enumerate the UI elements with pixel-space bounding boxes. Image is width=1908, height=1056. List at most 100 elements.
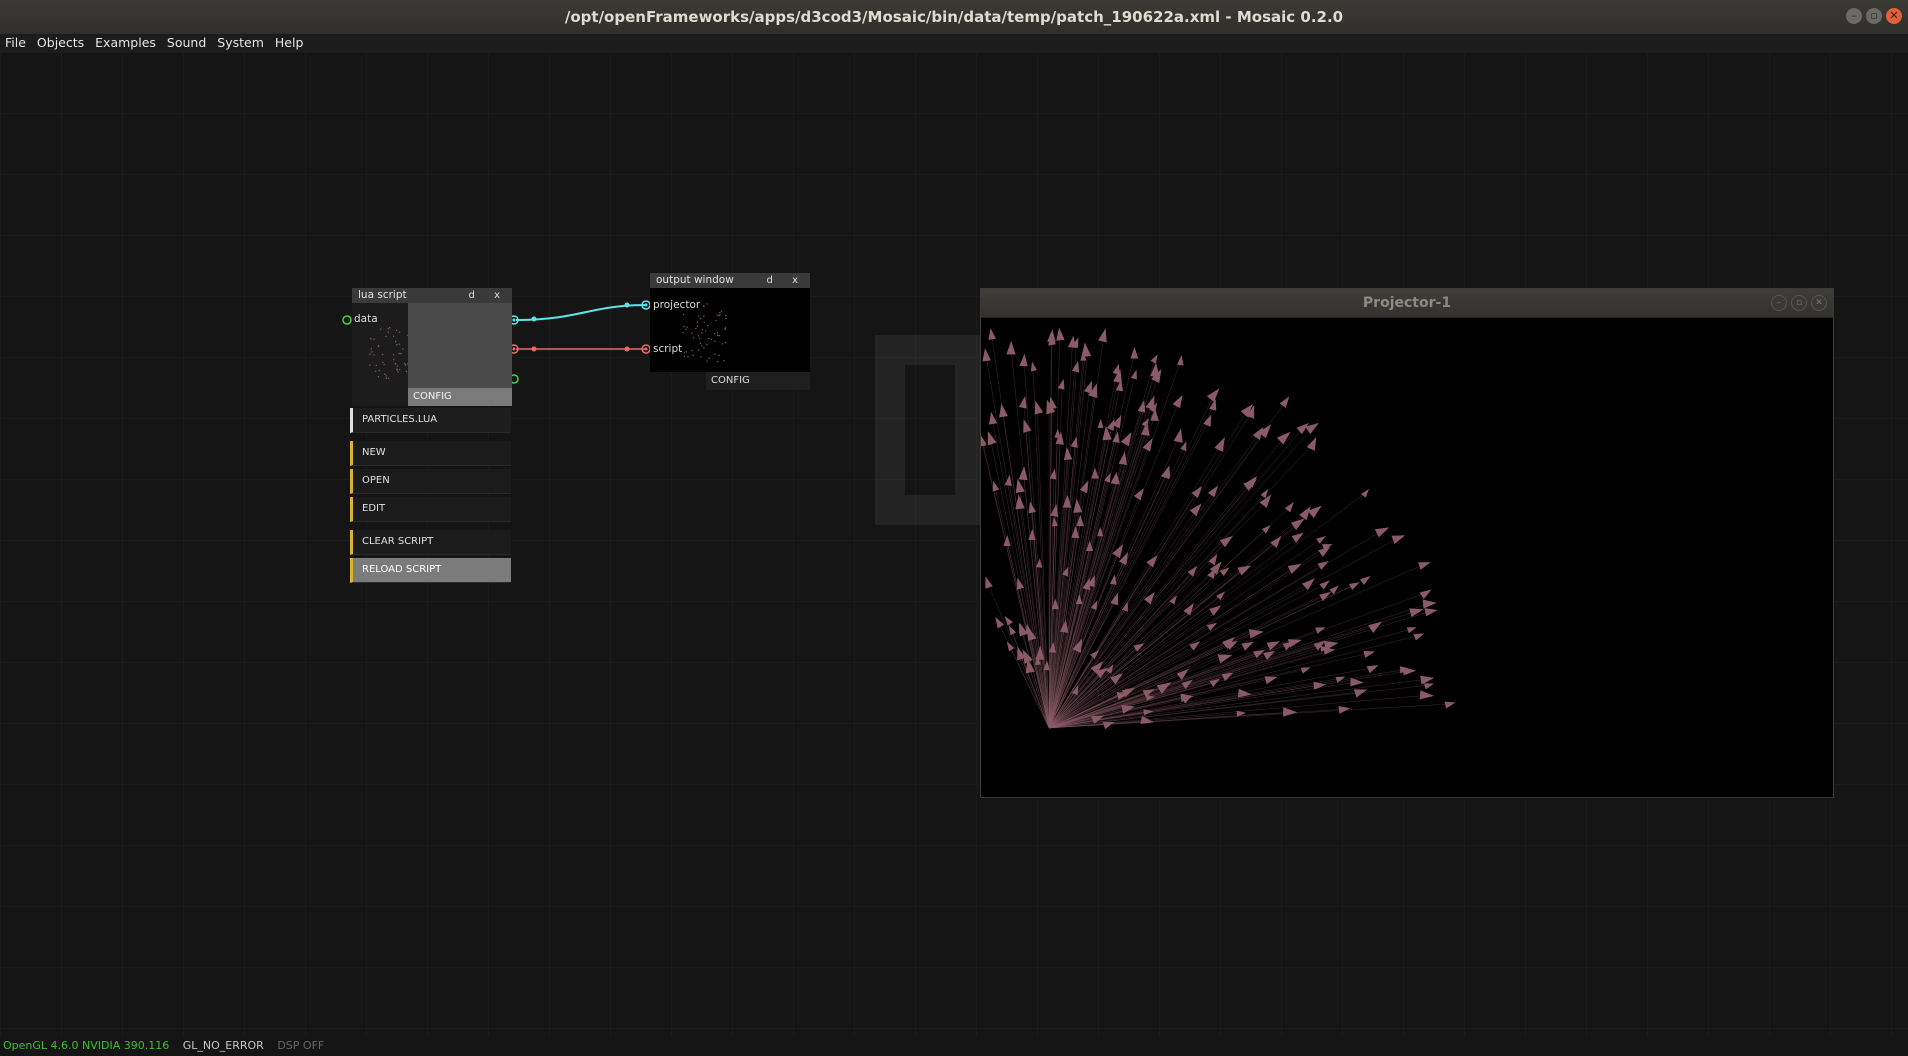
lua-script-node[interactable]: lua script d x CONFIG (352, 288, 512, 406)
particle (1071, 360, 1080, 373)
preview-dot (396, 365, 399, 367)
particle (1317, 561, 1329, 570)
preview-dot (724, 327, 727, 329)
node-header[interactable]: output window d x (650, 273, 810, 288)
config-button[interactable]: CONFIG (706, 372, 810, 390)
preview-dot (373, 338, 375, 340)
particle (1368, 621, 1383, 633)
particle (1150, 354, 1158, 364)
preview-dot (720, 310, 723, 312)
maximize-icon[interactable]: ▫ (1866, 8, 1882, 24)
preview-dot (377, 376, 380, 378)
preview-dot (682, 331, 684, 334)
particle (1361, 488, 1370, 498)
preview-dot (715, 319, 717, 322)
projector-window[interactable]: Projector-1 – ▫ ✕ (980, 288, 1834, 798)
particle (1319, 580, 1330, 590)
window-controls: – ▫ ✕ (1846, 8, 1902, 24)
node-header-buttons[interactable]: d x (767, 273, 806, 288)
clear-script-button[interactable]: CLEAR SCRIPT (350, 530, 511, 555)
preview-dot (398, 343, 401, 345)
preview-dot (703, 315, 705, 317)
menu-help[interactable]: Help (270, 34, 310, 52)
preview-dot (392, 335, 395, 337)
preview-dot (683, 355, 685, 357)
config-button[interactable]: CONFIG (408, 388, 512, 406)
particle (1189, 503, 1202, 517)
particle (1086, 540, 1094, 552)
preview-dot (695, 327, 697, 330)
open-button[interactable]: OPEN (350, 469, 511, 494)
menu-sound[interactable]: Sound (162, 34, 212, 52)
particle (1391, 535, 1406, 545)
particle-trail (991, 418, 1050, 729)
preview-dot (394, 363, 396, 365)
particle (985, 576, 993, 589)
minimize-icon[interactable]: – (1846, 8, 1862, 24)
close-icon[interactable]: ✕ (1886, 8, 1902, 24)
preview-dot (700, 356, 702, 358)
particle (1219, 567, 1230, 577)
particle (1008, 625, 1017, 636)
window-title: /opt/openFrameworks/apps/d3cod3/Mosaic/b… (564, 8, 1344, 26)
particle (1110, 592, 1119, 606)
projector-title: Projector-1 (1362, 295, 1452, 311)
preview-dot (385, 375, 388, 377)
preview-dot (718, 354, 720, 357)
preview-dot (683, 326, 685, 328)
close-icon[interactable]: ✕ (1811, 295, 1827, 311)
particle (1276, 431, 1291, 445)
particle (1299, 506, 1311, 521)
particle (1023, 419, 1032, 433)
particle (987, 430, 997, 446)
menu-examples[interactable]: Examples (90, 34, 162, 52)
preview-dot (716, 314, 718, 316)
preview-dot (721, 343, 723, 345)
edit-button[interactable]: EDIT (350, 497, 511, 522)
particle (1284, 502, 1294, 513)
particle (988, 328, 996, 340)
preview-dot (392, 354, 395, 356)
particle (1004, 474, 1012, 487)
maximize-icon[interactable]: ▫ (1791, 295, 1807, 311)
preview-dot (685, 328, 687, 330)
particle (1300, 667, 1311, 674)
particle (1291, 532, 1304, 543)
preview-dot (716, 334, 719, 336)
particle (1142, 438, 1153, 452)
particle (1130, 346, 1139, 359)
preview-dot (698, 337, 701, 340)
preview-dot (717, 360, 719, 363)
particle (1264, 676, 1278, 685)
node-header-buttons[interactable]: d x (469, 288, 508, 303)
preview-dot (706, 303, 708, 305)
particle (1025, 623, 1033, 635)
particle (1406, 627, 1417, 634)
particle (1279, 396, 1290, 408)
preview-dot (718, 334, 720, 337)
preview-dot (708, 337, 710, 340)
preview-dot (696, 325, 699, 327)
script-file-label[interactable]: PARTICLES.LUA (350, 408, 511, 433)
particle (1183, 602, 1194, 616)
projector-window-controls: – ▫ ✕ (1771, 295, 1827, 311)
reload-script-button[interactable]: RELOAD SCRIPT (350, 558, 511, 583)
preview-dot (696, 321, 698, 323)
preview-dot (388, 327, 391, 329)
preview-dot (404, 362, 406, 365)
minimize-icon[interactable]: – (1771, 295, 1787, 311)
projector-titlebar[interactable]: Projector-1 – ▫ ✕ (981, 289, 1833, 318)
particle (1366, 665, 1379, 674)
new-button[interactable]: NEW (350, 441, 511, 466)
particle (1323, 647, 1336, 655)
node-header[interactable]: lua script d x (352, 288, 512, 303)
preview-dot (725, 314, 727, 317)
preview-dot (385, 377, 388, 379)
menu-file[interactable]: File (0, 34, 32, 52)
particle (1419, 690, 1434, 700)
preview-dot (701, 332, 703, 334)
particle (1081, 342, 1091, 357)
output-window-node[interactable]: output window d x CONFIG (650, 273, 810, 390)
menu-system[interactable]: System (212, 34, 270, 52)
menu-objects[interactable]: Objects (32, 34, 90, 52)
